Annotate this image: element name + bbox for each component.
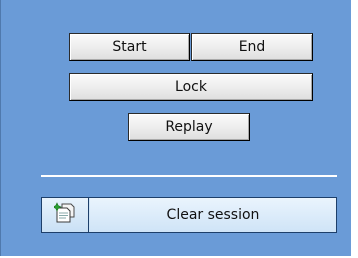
lock-button[interactable]: Lock: [69, 73, 313, 101]
session-control-panel: Start End Lock Replay Clear session: [0, 0, 351, 256]
start-button[interactable]: Start: [69, 33, 190, 61]
clear-session-button[interactable]: Clear session: [41, 197, 337, 233]
panel-divider: [41, 175, 337, 177]
clear-session-label[interactable]: Clear session: [90, 198, 336, 232]
end-button[interactable]: End: [191, 33, 313, 61]
clear-session-icon-cell[interactable]: [42, 198, 89, 232]
replay-button[interactable]: Replay: [128, 113, 250, 141]
clear-session-icon: [52, 202, 76, 228]
